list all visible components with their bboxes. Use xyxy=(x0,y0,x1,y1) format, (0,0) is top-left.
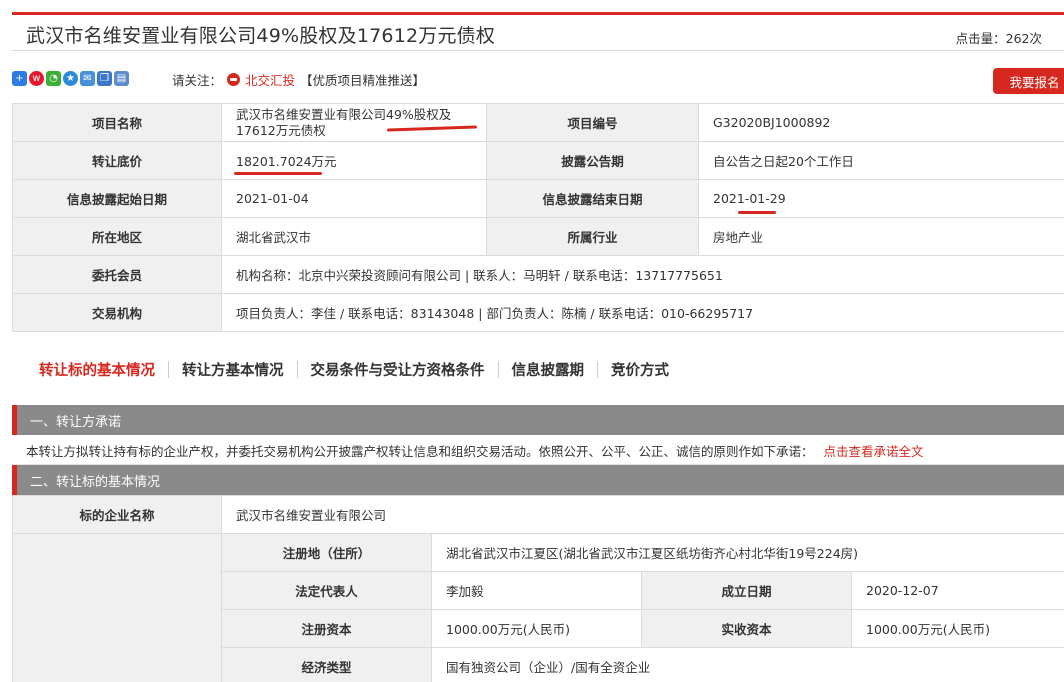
print-icon[interactable]: ▤ xyxy=(114,71,129,86)
paid-capital-value: 1000.00万元(人民币) xyxy=(850,609,1064,648)
promise-row: 本转让方拟转让持有标的企业产权，并委托交易机构公开披露产权转让信息和组织交易活动… xyxy=(12,437,1064,465)
agency-value: 项目负责人：李佳 / 联系电话：83143048 | 部门负责人：陈楠 / 联系… xyxy=(221,293,1064,332)
corp-detail-sidecell xyxy=(12,533,222,682)
share-icons: + w ◔ ★ ✉ ❐ ▤ xyxy=(12,71,129,86)
copy-icon[interactable]: ❐ xyxy=(97,71,112,86)
plus-share-icon[interactable]: + xyxy=(12,71,27,86)
annotation-underline xyxy=(234,172,322,175)
target-name-value: 武汉市名维安置业有限公司 xyxy=(220,495,1064,534)
address-label: 注册地（住所） xyxy=(221,533,432,572)
promise-text: 本转让方拟转让持有标的企业产权，并委托交易机构公开披露产权转让信息和组织交易活动… xyxy=(26,444,814,459)
start-date-value: 2021-01-04 xyxy=(221,179,487,218)
tab-target-basic[interactable]: 转让标的基本情况 xyxy=(26,359,168,380)
project-no-label: 项目编号 xyxy=(486,103,699,142)
member-label: 委托会员 xyxy=(12,255,222,294)
region-value: 湖北省武汉市 xyxy=(221,217,487,256)
industry-value: 房地产业 xyxy=(698,217,1064,256)
econ-type-label: 经济类型 xyxy=(221,647,432,682)
region-label: 所在地区 xyxy=(12,217,222,256)
brand-link[interactable]: 北交汇投 xyxy=(245,70,295,89)
project-no-value: G32020BJ1000892 xyxy=(698,103,1064,142)
econ-type-value: 国有独资公司（企业）/国有全资企业 xyxy=(430,647,1064,682)
share-bar: + w ◔ ★ ✉ ❐ ▤ 请关注： 北交汇投 【优质项目精准推送】 我要报名 xyxy=(12,67,1064,94)
signup-button[interactable]: 我要报名 xyxy=(993,68,1064,94)
founded-label: 成立日期 xyxy=(641,571,852,610)
promise-full-text-link[interactable]: 点击查看承诺全文 xyxy=(824,441,924,460)
industry-label: 所属行业 xyxy=(486,217,699,256)
end-date-label: 信息披露结束日期 xyxy=(486,179,699,218)
section-target-basic-header: 二、转让标的基本情况 xyxy=(12,465,1064,495)
start-date-label: 信息披露起始日期 xyxy=(12,179,222,218)
tab-trade-conditions[interactable]: 交易条件与受让方资格条件 xyxy=(298,359,498,380)
title-bar: 武汉市名维安置业有限公司49%股权及17612万元债权 点击量：262次 xyxy=(12,15,1064,51)
tab-bidding-method[interactable]: 竞价方式 xyxy=(598,359,682,380)
tab-disclosure-period[interactable]: 信息披露期 xyxy=(499,359,598,380)
member-value: 机构名称：北京中兴荣投资顾问有限公司 | 联系人：马明轩 / 联系电话：1371… xyxy=(221,255,1064,294)
tab-transferor-basic[interactable]: 转让方基本情况 xyxy=(169,359,297,380)
wechat-icon[interactable]: ◔ xyxy=(46,71,61,86)
weibo-icon[interactable]: w xyxy=(29,71,44,86)
reg-capital-value: 1000.00万元(人民币) xyxy=(431,609,642,648)
agency-label: 交易机构 xyxy=(12,293,222,332)
paid-capital-label: 实收资本 xyxy=(641,609,852,648)
base-price-label: 转让底价 xyxy=(12,141,222,180)
disclosure-period-label: 披露公告期 xyxy=(486,141,699,180)
target-name-label: 标的企业名称 xyxy=(12,495,222,534)
brand-tagline: 【优质项目精准推送】 xyxy=(300,73,426,88)
legal-rep-label: 法定代表人 xyxy=(221,571,432,610)
address-value: 湖北省武汉市江夏区(湖北省武汉市江夏区纸坊街齐心村北华街19号224房) xyxy=(430,533,1064,572)
legal-rep-value: 李加毅 xyxy=(431,571,642,610)
detail-tabs: 转让标的基本情况 转让方基本情况 交易条件与受让方资格条件 信息披露期 竞价方式 xyxy=(26,359,682,380)
hit-counter: 点击量：262次 xyxy=(955,31,1042,46)
disclosure-period-value: 自公告之日起20个工作日 xyxy=(698,141,1064,180)
beijiao-logo-icon[interactable] xyxy=(227,73,241,86)
follow-label: 请关注： xyxy=(172,73,223,88)
mail-icon[interactable]: ✉ xyxy=(80,71,95,86)
follow-prompt: 请关注： 北交汇投 【优质项目精准推送】 xyxy=(172,70,425,89)
annotation-underline xyxy=(738,211,776,214)
section-transferor-promise-header: 一、转让方承诺 xyxy=(12,405,1064,435)
founded-value: 2020-12-07 xyxy=(850,571,1064,610)
project-name-value: 武汉市名维安置业有限公司49%股权及17612万元债权 xyxy=(221,103,487,142)
target-company-table: 标的企业名称 武汉市名维安置业有限公司 注册地（住所） 湖北省武汉市江夏区(湖北… xyxy=(12,495,1064,682)
qzone-icon[interactable]: ★ xyxy=(63,71,78,86)
reg-capital-label: 注册资本 xyxy=(221,609,432,648)
project-info-table: 项目名称 武汉市名维安置业有限公司49%股权及17612万元债权 项目编号 G3… xyxy=(12,103,1064,332)
project-name-label: 项目名称 xyxy=(12,103,222,142)
page-title: 武汉市名维安置业有限公司49%股权及17612万元债权 xyxy=(26,25,496,47)
